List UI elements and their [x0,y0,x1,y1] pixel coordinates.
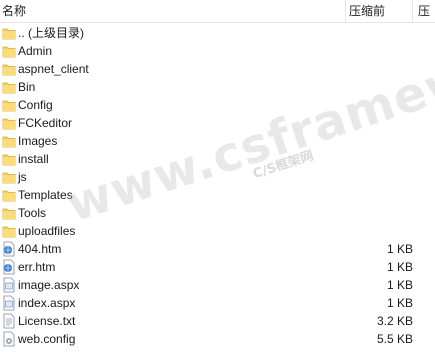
file-size: 5.5 KB [376,332,413,346]
folder-row[interactable]: Config [0,96,435,114]
folder-icon [2,97,16,113]
config-file-icon [2,331,16,347]
file-size: 1 KB [386,296,413,310]
file-row[interactable]: err.htm 1 KB [0,258,435,276]
folder-row[interactable]: aspnet_client [0,60,435,78]
folder-row[interactable]: .. (上级目录) [0,24,435,42]
file-size: 1 KB [386,260,413,274]
file-row[interactable]: License.txt 3.2 KB [0,312,435,330]
column-header-name[interactable]: 名称 [2,3,26,19]
file-name: js [18,170,27,184]
file-name: uploadfiles [18,224,76,238]
file-name: Config [18,98,53,112]
folder-row[interactable]: Tools [0,204,435,222]
folder-row[interactable]: Templates [0,186,435,204]
aspx-file-icon [2,295,16,311]
column-header: 名称 压缩前 压 [0,0,435,23]
file-size: 3.2 KB [376,314,413,328]
folder-row[interactable]: Images [0,132,435,150]
file-name: .. (上级目录) [18,26,84,40]
file-size: 1 KB [386,278,413,292]
file-row[interactable]: web.config 5.5 KB [0,330,435,348]
folder-row[interactable]: Bin [0,78,435,96]
file-name: FCKeditor [18,116,73,130]
file-name: aspnet_client [18,62,89,76]
folder-icon [2,187,16,203]
file-list: .. (上级目录) Admin aspnet_client Bin Config FCKe… [0,24,435,348]
file-name: Images [18,134,58,148]
folder-row[interactable]: uploadfiles [0,222,435,240]
aspx-file-icon [2,277,16,293]
folder-row[interactable]: js [0,168,435,186]
file-name: index.aspx [18,296,76,310]
file-name: err.htm [18,260,56,274]
folder-row[interactable]: FCKeditor [0,114,435,132]
file-name: Admin [18,44,53,58]
column-divider[interactable] [345,0,346,22]
file-name: License.txt [18,314,76,328]
folder-icon [2,25,16,41]
file-row[interactable]: index.aspx 1 KB [0,294,435,312]
file-name: 404.htm [18,242,62,256]
file-name: web.config [18,332,76,346]
file-row[interactable]: image.aspx 1 KB [0,276,435,294]
folder-icon [2,223,16,239]
file-row[interactable]: 404.htm 1 KB [0,240,435,258]
file-size: 1 KB [386,242,413,256]
folder-icon [2,151,16,167]
html-file-icon [2,241,16,257]
folder-icon [2,79,16,95]
column-header-original-size[interactable]: 压缩前 [349,3,385,19]
folder-icon [2,61,16,77]
folder-icon [2,169,16,185]
file-name: install [18,152,49,166]
folder-icon [2,115,16,131]
folder-icon [2,133,16,149]
html-file-icon [2,259,16,275]
file-name: Bin [18,80,36,94]
column-divider[interactable] [412,0,413,22]
folder-icon [2,43,16,59]
folder-icon [2,205,16,221]
folder-row[interactable]: Admin [0,42,435,60]
folder-row[interactable]: install [0,150,435,168]
file-name: Tools [18,206,47,220]
file-name: Templates [18,188,73,202]
text-file-icon [2,313,16,329]
column-header-compressed-size[interactable]: 压 [418,3,430,19]
file-name: image.aspx [18,278,80,292]
